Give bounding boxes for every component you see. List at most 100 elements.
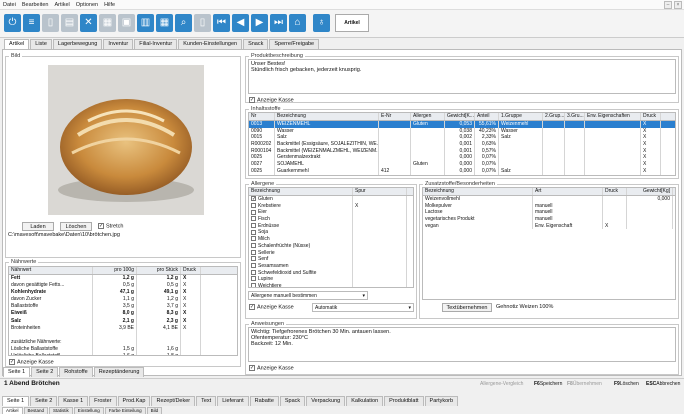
nutrition-row[interactable]: davon Zucker 1,1 g 1,2 gX xyxy=(9,296,237,304)
save-shortcut[interactable]: F6Speichern xyxy=(534,381,562,387)
allergen-item[interactable]: Milch xyxy=(249,236,413,243)
tab-artikel[interactable]: Artikel xyxy=(4,39,30,49)
col-ingredient-7[interactable]: 2.Grup... xyxy=(543,113,565,120)
detail-tab[interactable]: Froster xyxy=(89,396,117,406)
checkbox-icon[interactable] xyxy=(251,283,256,287)
checkbox-icon[interactable] xyxy=(251,276,256,282)
col-ingredient-10[interactable]: Druck xyxy=(641,113,661,120)
calendar-icon[interactable]: ▦ xyxy=(156,14,173,32)
allergen-compare-link[interactable]: Allergene-Vergleich xyxy=(480,381,523,387)
checkbox-icon[interactable] xyxy=(251,249,256,255)
checkbox-icon[interactable] xyxy=(251,242,256,248)
tab-sperre-freigabe[interactable]: Sperre/Freigabe xyxy=(269,39,320,49)
detail-tab[interactable]: Kasse 1 xyxy=(58,396,89,406)
search-icon[interactable]: ⌕ xyxy=(175,14,192,32)
ingredient-row[interactable]: 0015 Salz 0,002 2,33% Salz X xyxy=(249,134,675,142)
nutrition-row[interactable]: Kohlenhydrate 47,1 g 49,1 gX xyxy=(9,289,237,297)
checkbox-icon[interactable] xyxy=(251,229,256,235)
col-gewicht[interactable]: Gewicht[Kg] xyxy=(627,188,673,195)
menu-hilfe[interactable]: Hilfe xyxy=(104,2,115,8)
detail-tab[interactable]: Partykorb xyxy=(424,396,459,406)
nutrition-row[interactable] xyxy=(9,331,237,339)
cancel-shortcut[interactable]: ESCAbbrechen xyxy=(646,381,680,387)
ingredient-row[interactable]: 0090 Wasser 0,038 40,23% Wasser X xyxy=(249,127,675,135)
nutrition-row[interactable]: Fett 1,2 g 1,2 gX xyxy=(9,275,237,283)
prev-record-icon[interactable]: ◀ xyxy=(232,14,249,32)
additive-row[interactable]: vegetarisches Produkt manuell xyxy=(423,216,675,223)
col-ingredient-0[interactable]: Nr xyxy=(249,113,275,120)
allergen-item[interactable]: Krebstiere X xyxy=(249,202,413,210)
allergen-item[interactable]: Soja xyxy=(249,229,413,237)
checkbox-icon[interactable]: ✓ xyxy=(251,196,256,202)
col-zusatz-bezeichnung[interactable]: Bezeichnung xyxy=(423,188,533,195)
allergen-item[interactable]: Lupine xyxy=(249,276,413,283)
nutrition-row[interactable]: zusätzliche Nährwerte: xyxy=(9,338,237,346)
detail-tab[interactable]: Text xyxy=(196,396,217,406)
ingredient-row[interactable]: 0013 WEIZENMEHL Gluten 0,053 55,61% Weizenmeh… xyxy=(249,121,675,128)
col-allergen-bezeichnung[interactable]: Bezeichnung xyxy=(249,188,353,195)
instructions-kasse-checkbox[interactable]: ✓ Anzeige Kasse xyxy=(249,365,294,371)
col-ingredient-3[interactable]: Allergen xyxy=(411,113,445,120)
tab-inventur[interactable]: Inventur xyxy=(103,39,134,49)
allergen-item[interactable]: Erdnüsse xyxy=(249,222,413,230)
menu-datei[interactable]: Datei xyxy=(3,2,16,8)
next-record-icon[interactable]: ▶ xyxy=(251,14,268,32)
artikel-button[interactable]: Artikel xyxy=(335,14,369,32)
col-pro-100g[interactable]: pro 100g xyxy=(93,267,137,274)
ingredient-row[interactable]: R000104 Backmittel (WEIZENMALZMEHL, WEIZE… xyxy=(249,147,675,155)
additives-table[interactable]: Bezeichnung Art Druck Gewicht[Kg] Weizen… xyxy=(422,187,676,300)
delete-icon[interactable]: ✕ xyxy=(80,14,97,32)
detail-tab[interactable]: Verpackung xyxy=(306,396,346,406)
save-icon[interactable]: ▤ xyxy=(61,14,78,32)
allergen-item[interactable]: Schalenfrüchte (Nüsse) xyxy=(249,242,413,250)
detail-tab[interactable]: Kalkulation xyxy=(346,396,384,406)
info-icon[interactable]: ▯ xyxy=(194,14,211,32)
view-tab[interactable]: Farbe Einteilung xyxy=(104,407,146,414)
detail-tab[interactable]: Spack xyxy=(279,396,306,406)
view-tab[interactable]: Statistik xyxy=(49,407,73,414)
tab-snack[interactable]: Snack xyxy=(243,39,269,49)
minimize-icon[interactable]: – xyxy=(664,1,672,9)
ingredients-table[interactable]: Nr Bezeichnung E-Nr Allergen Gewicht[K... Ant… xyxy=(248,112,676,176)
col-ingredient-8[interactable]: 3.Gru... xyxy=(565,113,585,120)
col-ingredient-9[interactable]: Erw. Eigenschaften xyxy=(585,113,641,120)
nutrition-row[interactable]: Ballaststoffe 3,5 g 3,7 gX xyxy=(9,303,237,311)
ingredient-row[interactable]: 0025 Guarkernmehl 412 0,000 0,07% Salz X xyxy=(249,167,675,175)
ingredient-row[interactable]: R000202 Backmittel (Essigsäure, SOJALEZIT… xyxy=(249,141,675,148)
menu-optionen[interactable]: Optionen xyxy=(76,2,98,8)
last-record-icon[interactable]: ⏭ xyxy=(270,14,287,32)
additive-row[interactable]: Molkepulver manuell xyxy=(423,202,675,210)
new-icon[interactable]: ▯ xyxy=(42,14,59,32)
delete-shortcut[interactable]: F9Löschen xyxy=(614,381,639,387)
nutrition-row[interactable]: Eiweiß 8,0 g 8,3 gX xyxy=(9,310,237,318)
load-image-button[interactable]: Laden xyxy=(22,222,54,231)
tab-seite-1[interactable]: Seite 1 xyxy=(3,367,31,377)
detail-tab[interactable]: Rezept/Deker xyxy=(151,396,196,406)
detail-tab[interactable]: Produktblatt xyxy=(384,396,424,406)
detail-tab[interactable]: Seite 1 xyxy=(2,396,30,406)
checkbox-icon[interactable] xyxy=(251,216,256,222)
ingredient-row[interactable]: 0025 Gerstenmalzextrakt 0,000 0,07% X xyxy=(249,154,675,162)
nutrition-row[interactable]: Salz 2,1 g 2,3 gX xyxy=(9,317,237,325)
allergen-item[interactable]: Fisch xyxy=(249,216,413,223)
close-icon[interactable]: × xyxy=(674,1,682,9)
description-kasse-checkbox[interactable]: ✓ Anzeige Kasse xyxy=(249,97,294,103)
allergen-item[interactable]: Sesamsamen xyxy=(249,262,413,270)
view-tab[interactable]: Bestand xyxy=(23,407,49,414)
delete-image-button[interactable]: Löschen xyxy=(60,222,92,231)
nutrition-row[interactable]: Lösliche Ballaststoffe 1,5 g 1,6 g xyxy=(9,345,237,354)
tab-seite-2[interactable]: Seite 2 xyxy=(31,367,59,377)
stretch-checkbox[interactable]: ✓ Stretch xyxy=(98,223,123,229)
nutrition-row[interactable]: Unlösliche Ballaststoff...1,6 g1,8 g xyxy=(9,353,237,355)
bell-icon[interactable]: ♁ xyxy=(313,14,330,32)
col-spur[interactable]: Spur xyxy=(353,188,407,195)
col-pro-stueck[interactable]: pro Stück xyxy=(137,267,181,274)
copy-icon[interactable]: ▥ xyxy=(137,14,154,32)
allergens-list[interactable]: Bezeichnung Spur ✓ Gluten Krebstiere X Eier F… xyxy=(248,187,414,288)
tab-rohstoffe[interactable]: Rohstoffe xyxy=(59,367,93,377)
additive-row[interactable]: Weizenvollmehl 0,000 xyxy=(423,196,675,203)
view-tab[interactable]: Einstellung xyxy=(73,407,104,414)
allergen-item[interactable]: Sellerie xyxy=(249,249,413,257)
detail-tab[interactable]: Seite 2 xyxy=(30,396,58,406)
nutrition-row[interactable]: davon gesättigte Fetts... 0,5 g 0,5 gX xyxy=(9,282,237,290)
